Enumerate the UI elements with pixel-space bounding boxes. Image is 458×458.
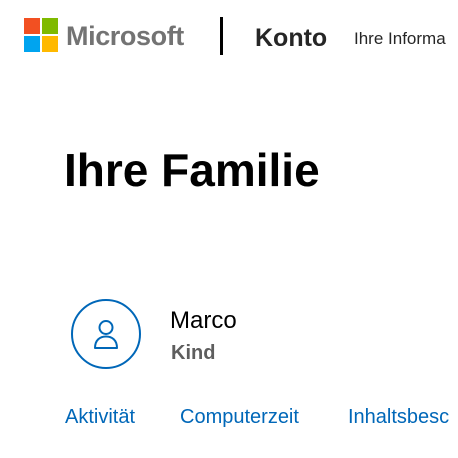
member-role: Kind: [171, 342, 216, 364]
microsoft-logo[interactable]: [24, 18, 58, 52]
activity-link[interactable]: Aktivität: [65, 404, 135, 430]
logo-square-yellow: [42, 36, 58, 52]
screen-time-link[interactable]: Computerzeit: [180, 404, 299, 430]
person-icon: [94, 320, 118, 349]
page: Microsoft Konto Ihre Informa Ihre Famili…: [0, 0, 458, 458]
content-restrictions-link[interactable]: Inhaltsbesc: [348, 404, 449, 430]
header: Microsoft Konto Ihre Informa: [0, 0, 458, 80]
brand-name[interactable]: Microsoft: [66, 20, 184, 52]
logo-square-blue: [24, 36, 40, 52]
header-divider: [220, 17, 223, 55]
logo-square-red: [24, 18, 40, 34]
nav-link-your-info[interactable]: Ihre Informa: [354, 28, 446, 50]
member-name: Marco: [170, 307, 237, 334]
section-title[interactable]: Konto: [255, 23, 327, 53]
page-title: Ihre Familie: [64, 144, 320, 196]
avatar[interactable]: [71, 299, 141, 369]
logo-square-green: [42, 18, 58, 34]
